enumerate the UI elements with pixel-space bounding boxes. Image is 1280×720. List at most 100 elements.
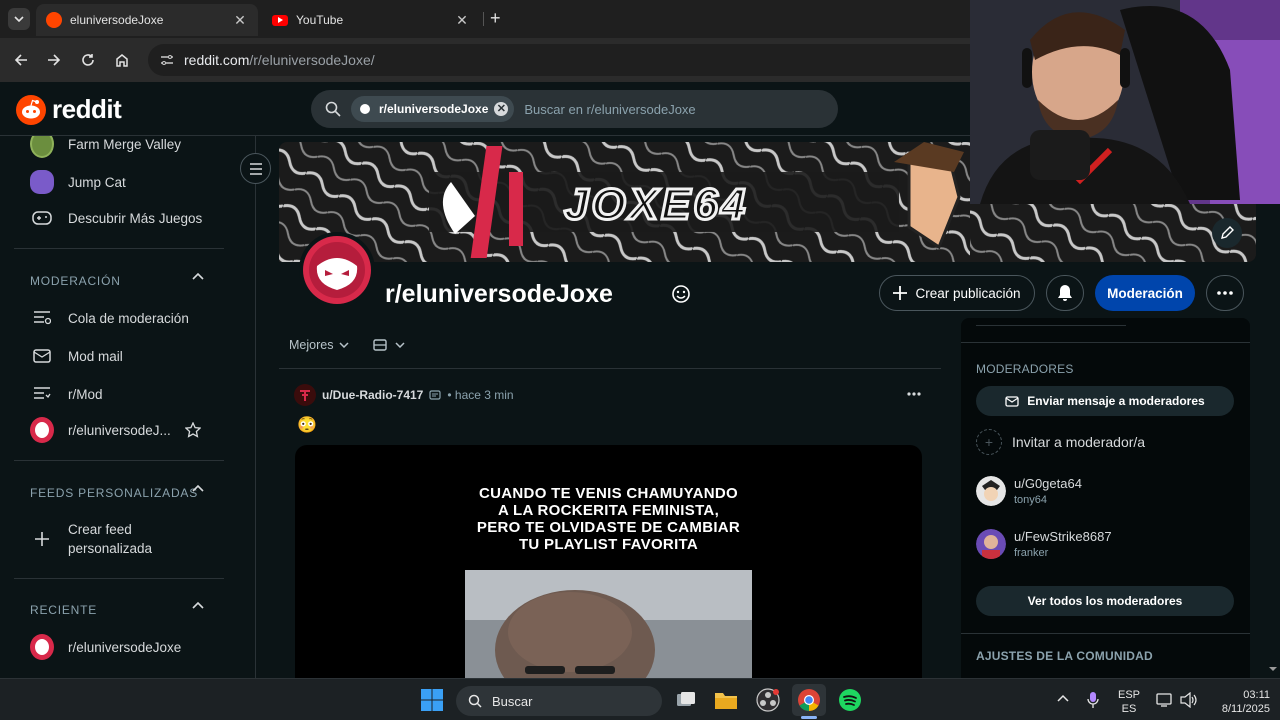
post-author[interactable]: u/Due-Radio-7417 [322, 388, 423, 402]
mod-name[interactable]: u/G0geta64 [1014, 476, 1082, 491]
banner-title: JOXE64 [562, 179, 749, 231]
collapse-chevron-icon[interactable] [192, 601, 204, 609]
message-mods-button[interactable]: Enviar mensaje a moderadores [976, 386, 1234, 416]
arrow-right-icon [48, 54, 61, 66]
forward-button[interactable] [42, 48, 66, 72]
sidebar-item-jump-cat[interactable]: Jump Cat [30, 170, 126, 194]
create-post-button[interactable]: Crear publicación [879, 275, 1035, 311]
browser-tab-bar: eluniversodeJoxe ✕ YouTube ✕ + [0, 0, 970, 38]
home-button[interactable] [110, 48, 134, 72]
search-bar[interactable]: r/eluniversodeJoxe ✕ Buscar en r/elunive… [311, 90, 838, 128]
post-options-icon[interactable] [907, 392, 921, 396]
sidebar-item-label: Descubrir Más Juegos [68, 210, 203, 226]
sidebar-item-mod-mail[interactable]: Mod mail [30, 344, 123, 368]
view-dropdown[interactable] [373, 339, 405, 351]
sidebar-item-label: Jump Cat [68, 174, 126, 190]
volume-icon[interactable] [1180, 692, 1198, 708]
tab-title: eluniversodeJoxe [70, 13, 164, 27]
sidebar-item-r-mod[interactable]: r/Mod [30, 382, 103, 406]
sidebar-toggle-button[interactable] [240, 153, 271, 184]
meme-line: TU PLAYLIST FAVORITA [518, 536, 699, 553]
joxe-logo-icon [303, 236, 371, 304]
mod-name[interactable]: u/FewStrike8687 [1014, 529, 1112, 544]
tab-eluniversodejoxe[interactable]: eluniversodeJoxe ✕ [36, 4, 258, 36]
reddit-wordmark: reddit [52, 94, 122, 124]
start-button[interactable] [420, 688, 444, 712]
more-options-button[interactable] [1206, 275, 1244, 311]
tray-overflow-icon[interactable] [1057, 694, 1069, 702]
site-settings-icon [161, 55, 173, 65]
clock[interactable]: 03:11 8/11/2025 [1206, 688, 1270, 716]
edit-avatar-icon[interactable] [671, 284, 691, 304]
search-community-chip[interactable]: r/eluniversodeJoxe ✕ [351, 96, 515, 122]
custom-feeds-heading[interactable]: FEEDS PERSONALIZADAS [30, 486, 198, 500]
post-media[interactable]: CUANDO TE VENIS CHAMUYANDO A LA ROCKERIT… [295, 445, 922, 678]
sidebar-item-eluniversodejoxe[interactable]: r/eluniversodeJ... [30, 417, 171, 443]
bell-icon [1058, 285, 1072, 301]
collapse-chevron-icon[interactable] [192, 272, 204, 280]
microphone-icon[interactable] [1087, 691, 1099, 709]
sidebar-item-discover-games[interactable]: Descubrir Más Juegos [30, 206, 202, 230]
moderator-row[interactable]: u/FewStrike8687 franker [976, 529, 1112, 559]
invite-mod-label: Invitar a moderador/a [1012, 434, 1146, 450]
tab-search-button[interactable] [8, 8, 30, 30]
active-app-indicator [801, 716, 817, 719]
task-view-icon[interactable] [675, 689, 697, 711]
post-title-emoji[interactable]: 😳 [297, 415, 317, 435]
close-tab-icon[interactable]: ✕ [232, 12, 248, 29]
moderation-button[interactable]: Moderación [1095, 275, 1195, 311]
video-frame[interactable] [465, 570, 752, 678]
favorite-star-icon[interactable] [185, 422, 201, 438]
file-explorer-icon[interactable] [714, 689, 738, 711]
collapse-chevron-icon[interactable] [192, 484, 204, 492]
more-horizontal-icon [1217, 291, 1233, 295]
clock-time: 03:11 [1243, 689, 1270, 701]
sidebar-item-recent-eluniversodejoxe[interactable]: r/eluniversodeJoxe [30, 634, 181, 660]
page-scrollbar[interactable] [1266, 262, 1280, 678]
back-button[interactable] [9, 48, 33, 72]
sidebar-item-label: Farm Merge Valley [68, 136, 182, 152]
taskbar-search[interactable]: Buscar [456, 686, 662, 716]
windows-logo-icon [421, 689, 443, 711]
search-icon [325, 101, 341, 117]
user-avatar[interactable] [294, 384, 316, 406]
sort-dropdown[interactable]: Mejores [289, 338, 349, 352]
reddit-logo[interactable]: reddit [16, 94, 122, 125]
clear-chip-icon[interactable]: ✕ [494, 102, 509, 116]
sidebar-item-mod-queue[interactable]: Cola de moderación [30, 306, 189, 330]
moderator-row[interactable]: u/G0geta64 tony64 [976, 476, 1082, 506]
user-avatar-icon [300, 390, 310, 401]
video-thumbnail-icon [465, 570, 752, 678]
chevron-down-icon [395, 342, 405, 348]
sort-label: Mejores [289, 338, 334, 352]
chrome-icon[interactable] [792, 684, 826, 716]
community-info-panel: MODERADORES Enviar mensaje a moderadores… [961, 318, 1250, 678]
address-bar[interactable]: reddit.com/r/eluniversodeJoxe/ [148, 44, 970, 76]
tab-youtube[interactable]: YouTube ✕ [262, 4, 480, 36]
menu-icon [249, 162, 262, 175]
sidebar-item-farm-merge-valley[interactable]: Farm Merge Valley [30, 136, 182, 158]
close-tab-icon[interactable]: ✕ [454, 12, 470, 29]
lang-top: ESP [1117, 689, 1140, 701]
post-meta: u/Due-Radio-7417 • hace 3 min [294, 384, 514, 406]
spotify-icon[interactable] [838, 688, 862, 712]
reddit-header: reddit r/eluniversodeJoxe ✕ Buscar en r/… [0, 82, 970, 136]
view-all-mods-button[interactable]: Ver todos los moderadores [976, 586, 1234, 616]
webcam-overlay [970, 0, 1280, 204]
url-host: reddit.com [184, 52, 250, 68]
recent-heading[interactable]: RECIENTE [30, 603, 97, 617]
sidebar-divider [14, 578, 224, 579]
moderation-heading[interactable]: MODERACIÓN [30, 274, 121, 288]
feed-divider [279, 368, 941, 369]
plus-icon [30, 527, 54, 551]
new-tab-button[interactable]: + [490, 8, 501, 29]
notifications-button[interactable] [1046, 275, 1084, 311]
language-indicator[interactable]: ESP ES [1114, 688, 1144, 716]
create-custom-feed[interactable]: Crear feed personalizada [30, 520, 180, 558]
reload-button[interactable] [76, 48, 100, 72]
network-icon[interactable] [1156, 692, 1174, 708]
edit-banner-button[interactable] [1212, 218, 1242, 248]
invite-mod-button[interactable]: + Invitar a moderador/a [976, 429, 1145, 455]
sidebar-divider [14, 248, 224, 249]
obs-icon[interactable] [756, 688, 780, 712]
